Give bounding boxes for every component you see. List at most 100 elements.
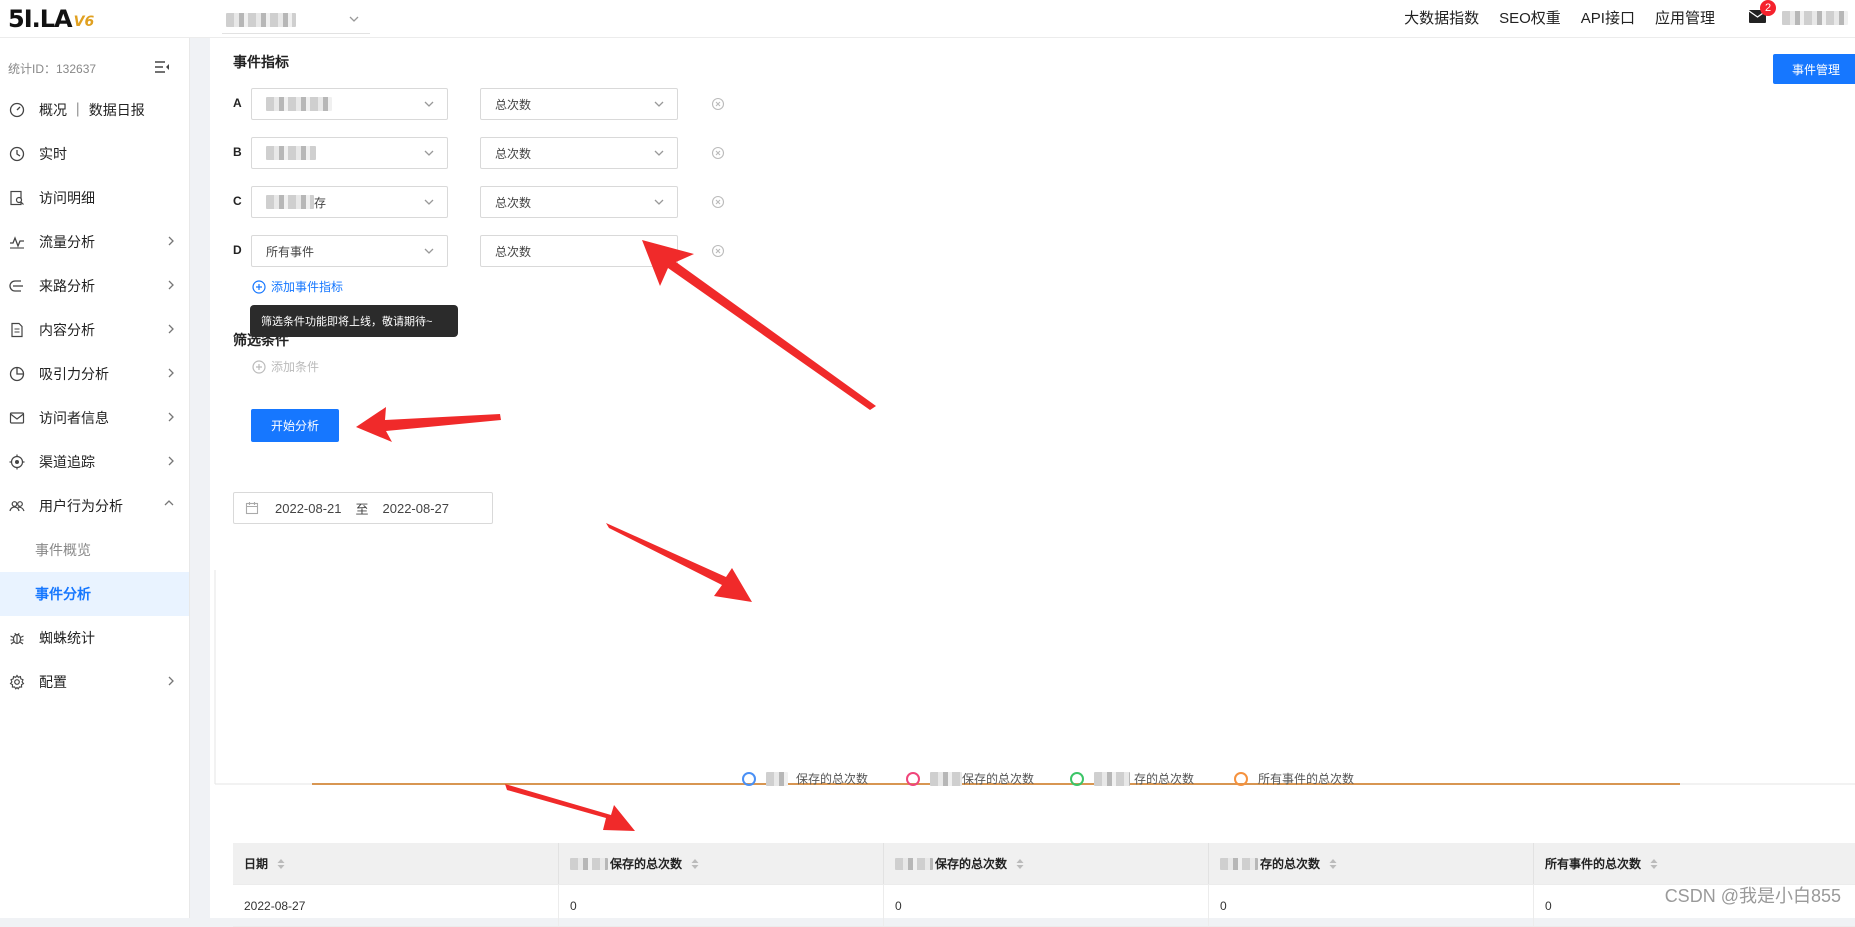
watermark: CSDN @我是小白855 <box>1665 882 1841 908</box>
sort-icon[interactable] <box>276 857 286 871</box>
date-start[interactable]: 2022-08-21 <box>275 501 342 516</box>
chevron-down-icon <box>653 99 665 109</box>
remove-circle-icon[interactable] <box>711 146 725 160</box>
aggregation-select-value: 总次数 <box>495 96 531 113</box>
mail-icon <box>8 409 26 427</box>
remove-circle-icon[interactable] <box>711 244 725 258</box>
legend-item[interactable]: 保存的总次数 <box>742 770 868 787</box>
chevron-down-icon <box>348 14 360 24</box>
stat-id: 统计ID：132637 <box>8 60 96 77</box>
nav-api[interactable]: API接口 <box>1581 7 1635 28</box>
date-range-picker[interactable]: 2022-08-21 至 2022-08-27 <box>233 492 493 524</box>
notification-badge: 2 <box>1760 0 1776 16</box>
aggregation-select[interactable]: 总次数 <box>480 88 678 120</box>
legend-marker-icon <box>1234 772 1248 786</box>
users-icon <box>8 497 26 515</box>
event-data-table: 日期 保存的总次数 保存的总次数 存的总次数 所有事件的总次数 <box>233 843 1855 927</box>
top-header: 5I.LA V6 大数据指数 SEO权重 API接口 应用管理 2 <box>0 0 1855 38</box>
user-name-blurred[interactable] <box>1782 11 1848 25</box>
sidebar-item-content[interactable]: 内容分析 <box>0 308 189 352</box>
sidebar-item-source[interactable]: 来路分析 <box>0 264 189 308</box>
aggregation-select[interactable]: 总次数 <box>480 186 678 218</box>
add-condition-label: 添加条件 <box>271 358 319 375</box>
sidebar-item-traffic[interactable]: 流量分析 <box>0 220 189 264</box>
table-row: 2022-08-27 0 0 0 0 <box>233 885 1855 927</box>
table-cell: 0 <box>883 885 1208 926</box>
sidebar-item-visitor-info[interactable]: 访问者信息 <box>0 396 189 440</box>
plus-circle-icon <box>252 280 266 294</box>
metric-letter: C <box>233 194 242 208</box>
sidebar-subitem-event-analysis[interactable]: 事件分析 <box>0 572 189 616</box>
section-title: 事件指标 <box>233 52 289 72</box>
sidebar-item-settings[interactable]: 配置 <box>0 660 189 704</box>
event-trend-chart: 0 2022-08-212022-08-222022-08-232022-08-… <box>210 548 1855 788</box>
start-analysis-button[interactable]: 开始分析 <box>251 409 339 442</box>
sidebar-subitem-event-overview[interactable]: 事件概览 <box>0 528 189 572</box>
sort-icon[interactable] <box>1328 857 1338 871</box>
column-header-label: 保存的总次数 <box>935 855 1007 872</box>
legend-label: 保存的总次数 <box>962 770 1034 787</box>
sort-icon[interactable] <box>1649 857 1659 871</box>
event-select[interactable] <box>251 88 448 120</box>
legend-label: 存的总次数 <box>1134 770 1194 787</box>
sidebar-item-channel-tracking[interactable]: 渠道追踪 <box>0 440 189 484</box>
add-condition-button[interactable]: 添加条件 <box>252 358 319 375</box>
mail-button[interactable]: 2 <box>1748 8 1770 26</box>
column-header-date[interactable]: 日期 <box>233 843 558 884</box>
sidebar-item-visit-detail[interactable]: 访问明细 <box>0 176 189 220</box>
legend-name-blurred <box>1094 772 1130 786</box>
legend-marker-icon <box>906 772 920 786</box>
sidebar-item-spider-stats[interactable]: 蜘蛛统计 <box>0 616 189 660</box>
chevron-down-icon <box>423 99 435 109</box>
aggregation-select[interactable]: 总次数 <box>480 235 678 267</box>
event-management-button[interactable]: 事件管理 <box>1773 54 1855 84</box>
document-icon <box>8 321 26 339</box>
date-end[interactable]: 2022-08-27 <box>383 501 450 516</box>
legend-item[interactable]: 所有事件的总次数 <box>1234 770 1354 787</box>
site-name-blurred <box>226 13 296 27</box>
chevron-down-icon <box>423 148 435 158</box>
aggregation-select-value: 总次数 <box>495 194 531 211</box>
column-header-metric-a[interactable]: 保存的总次数 <box>558 843 883 884</box>
column-header-metric-b[interactable]: 保存的总次数 <box>883 843 1208 884</box>
nav-big-data-index[interactable]: 大数据指数 <box>1404 7 1479 28</box>
sidebar-item-label: 内容分析 <box>39 320 95 340</box>
aggregation-select[interactable]: 总次数 <box>480 137 678 169</box>
collapse-menu-icon[interactable] <box>154 60 170 74</box>
event-select[interactable]: 存 <box>251 186 448 218</box>
target-icon <box>8 453 26 471</box>
remove-circle-icon[interactable] <box>711 97 725 111</box>
table-header-row: 日期 保存的总次数 保存的总次数 存的总次数 所有事件的总次数 <box>233 843 1855 885</box>
legend-item[interactable]: 保存的总次数 <box>906 770 1034 787</box>
column-header-metric-c[interactable]: 存的总次数 <box>1208 843 1533 884</box>
column-header-metric-d[interactable]: 所有事件的总次数 <box>1533 843 1855 884</box>
nav-app-management[interactable]: 应用管理 <box>1655 7 1715 28</box>
remove-circle-icon[interactable] <box>711 195 725 209</box>
event-name-blurred <box>266 195 314 209</box>
legend-name-blurred <box>930 772 962 786</box>
nav-seo-weight[interactable]: SEO权重 <box>1499 7 1561 28</box>
sort-icon[interactable] <box>690 857 700 871</box>
event-select[interactable] <box>251 137 448 169</box>
logo-text: 5I.LA <box>8 6 72 32</box>
sidebar-item-label: 访问明细 <box>39 188 95 208</box>
detail-search-icon <box>8 189 26 207</box>
metric-row-b: B 的 总次数 <box>233 137 633 169</box>
sort-icon[interactable] <box>1015 857 1025 871</box>
logo[interactable]: 5I.LA V6 <box>8 6 94 32</box>
chevron-down-icon <box>653 148 665 158</box>
event-select-value: 存 <box>314 194 326 211</box>
sidebar-item-overview[interactable]: 概况 ｜ 数据日报 <box>0 88 189 132</box>
event-select[interactable]: 所有事件 <box>251 235 448 267</box>
legend-item[interactable]: 存的总次数 <box>1070 770 1194 787</box>
add-event-metric-button[interactable]: 添加事件指标 <box>252 278 343 295</box>
aggregation-select-value: 总次数 <box>495 145 531 162</box>
sidebar-item-realtime[interactable]: 实时 <box>0 132 189 176</box>
sidebar-item-attraction[interactable]: 吸引力分析 <box>0 352 189 396</box>
bug-icon <box>8 629 26 647</box>
chevron-right-icon <box>167 279 175 291</box>
gear-icon <box>8 673 26 691</box>
sidebar-item-label: 用户行为分析 <box>39 496 123 516</box>
sidebar-item-user-behavior[interactable]: 用户行为分析 <box>0 484 189 528</box>
site-select[interactable] <box>222 6 370 34</box>
